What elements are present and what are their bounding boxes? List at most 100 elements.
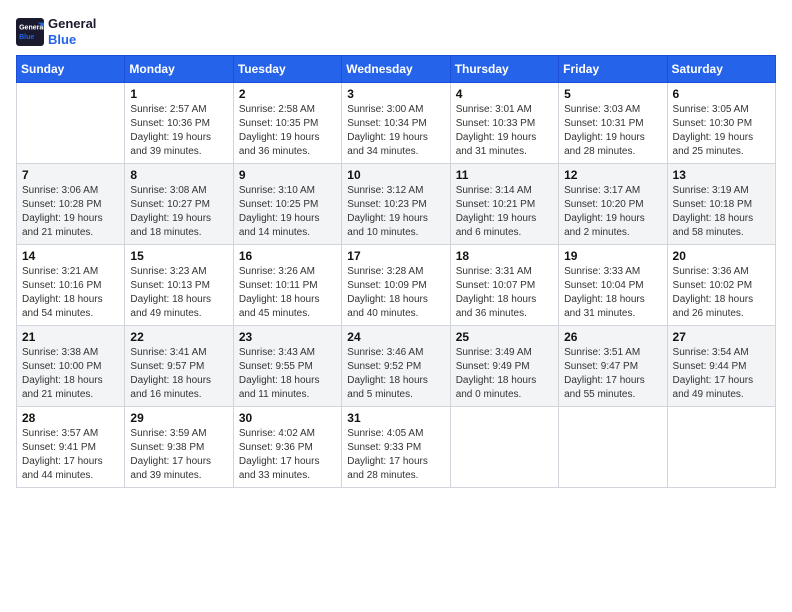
- day-detail: Sunrise: 3:03 AM Sunset: 10:31 PM Daylig…: [564, 103, 661, 159]
- day-number: 7: [22, 168, 119, 182]
- header-day-friday: Friday: [559, 56, 667, 83]
- day-detail: Sunrise: 3:14 AM Sunset: 10:21 PM Daylig…: [456, 184, 553, 240]
- day-detail: Sunrise: 3:19 AM Sunset: 10:18 PM Daylig…: [673, 184, 770, 240]
- calendar-cell: 27 Sunrise: 3:54 AM Sunset: 9:44 PM Dayli…: [667, 326, 775, 407]
- day-detail: Sunrise: 3:21 AM Sunset: 10:16 PM Daylig…: [22, 265, 119, 321]
- calendar-cell: [17, 83, 125, 164]
- calendar-week-0: 1 Sunrise: 2:57 AM Sunset: 10:36 PM Dayli…: [17, 83, 776, 164]
- day-number: 17: [347, 249, 444, 263]
- day-number: 4: [456, 87, 553, 101]
- logo-general-text: General: [48, 16, 96, 32]
- day-detail: Sunrise: 2:57 AM Sunset: 10:36 PM Daylig…: [130, 103, 227, 159]
- calendar-cell: 23 Sunrise: 3:43 AM Sunset: 9:55 PM Dayli…: [233, 326, 341, 407]
- calendar-week-4: 28 Sunrise: 3:57 AM Sunset: 9:41 PM Dayli…: [17, 407, 776, 488]
- day-number: 29: [130, 411, 227, 425]
- day-number: 27: [673, 330, 770, 344]
- svg-text:Blue: Blue: [19, 34, 34, 41]
- day-detail: Sunrise: 3:31 AM Sunset: 10:07 PM Daylig…: [456, 265, 553, 321]
- day-detail: Sunrise: 3:38 AM Sunset: 10:00 PM Daylig…: [22, 346, 119, 402]
- day-detail: Sunrise: 3:01 AM Sunset: 10:33 PM Daylig…: [456, 103, 553, 159]
- day-detail: Sunrise: 3:23 AM Sunset: 10:13 PM Daylig…: [130, 265, 227, 321]
- calendar-cell: 26 Sunrise: 3:51 AM Sunset: 9:47 PM Dayli…: [559, 326, 667, 407]
- calendar-cell: 29Sunrise: 3:59 AM Sunset: 9:38 PM Dayli…: [125, 407, 233, 488]
- day-detail: Sunrise: 4:05 AM Sunset: 9:33 PM Dayligh…: [347, 427, 444, 483]
- day-number: 1: [130, 87, 227, 101]
- logo-blue-text: Blue: [48, 32, 96, 48]
- day-detail: Sunrise: 3:54 AM Sunset: 9:44 PM Dayligh…: [673, 346, 770, 402]
- day-number: 16: [239, 249, 336, 263]
- calendar-cell: 5 Sunrise: 3:03 AM Sunset: 10:31 PM Dayli…: [559, 83, 667, 164]
- calendar-cell: [667, 407, 775, 488]
- day-number: 18: [456, 249, 553, 263]
- day-detail: Sunrise: 3:00 AM Sunset: 10:34 PM Daylig…: [347, 103, 444, 159]
- calendar-cell: 8 Sunrise: 3:08 AM Sunset: 10:27 PM Dayli…: [125, 164, 233, 245]
- page-header: General Blue General Blue: [16, 16, 776, 47]
- day-detail: Sunrise: 3:28 AM Sunset: 10:09 PM Daylig…: [347, 265, 444, 321]
- header-row: SundayMondayTuesdayWednesdayThursdayFrid…: [17, 56, 776, 83]
- calendar-header: SundayMondayTuesdayWednesdayThursdayFrid…: [17, 56, 776, 83]
- day-number: 21: [22, 330, 119, 344]
- calendar-week-3: 21 Sunrise: 3:38 AM Sunset: 10:00 PM Dayl…: [17, 326, 776, 407]
- calendar-cell: 22Sunrise: 3:41 AM Sunset: 9:57 PM Dayli…: [125, 326, 233, 407]
- day-number: 9: [239, 168, 336, 182]
- calendar-cell: 9 Sunrise: 3:10 AM Sunset: 10:25 PM Dayli…: [233, 164, 341, 245]
- day-number: 6: [673, 87, 770, 101]
- day-detail: Sunrise: 4:02 AM Sunset: 9:36 PM Dayligh…: [239, 427, 336, 483]
- calendar-cell: 20Sunrise: 3:36 AM Sunset: 10:02 PM Dayl…: [667, 245, 775, 326]
- logo: General Blue General Blue: [16, 16, 96, 47]
- day-number: 26: [564, 330, 661, 344]
- calendar-table: SundayMondayTuesdayWednesdayThursdayFrid…: [16, 55, 776, 488]
- calendar-cell: 1 Sunrise: 2:57 AM Sunset: 10:36 PM Dayli…: [125, 83, 233, 164]
- calendar-cell: 15 Sunrise: 3:23 AM Sunset: 10:13 PM Dayl…: [125, 245, 233, 326]
- logo-icon: General Blue: [16, 18, 44, 46]
- calendar-cell: 24Sunrise: 3:46 AM Sunset: 9:52 PM Dayli…: [342, 326, 450, 407]
- calendar-cell: 6 Sunrise: 3:05 AM Sunset: 10:30 PM Dayli…: [667, 83, 775, 164]
- calendar-cell: 14 Sunrise: 3:21 AM Sunset: 10:16 PM Dayl…: [17, 245, 125, 326]
- calendar-cell: [450, 407, 558, 488]
- day-number: 31: [347, 411, 444, 425]
- day-number: 24: [347, 330, 444, 344]
- day-number: 19: [564, 249, 661, 263]
- calendar-cell: 3 Sunrise: 3:00 AM Sunset: 10:34 PM Dayli…: [342, 83, 450, 164]
- day-number: 14: [22, 249, 119, 263]
- calendar-cell: [559, 407, 667, 488]
- day-detail: Sunrise: 3:43 AM Sunset: 9:55 PM Dayligh…: [239, 346, 336, 402]
- day-number: 5: [564, 87, 661, 101]
- day-number: 15: [130, 249, 227, 263]
- calendar-cell: 31 Sunrise: 4:05 AM Sunset: 9:33 PM Dayli…: [342, 407, 450, 488]
- day-number: 8: [130, 168, 227, 182]
- calendar-cell: 16 Sunrise: 3:26 AM Sunset: 10:11 PM Dayl…: [233, 245, 341, 326]
- calendar-week-2: 14 Sunrise: 3:21 AM Sunset: 10:16 PM Dayl…: [17, 245, 776, 326]
- day-detail: Sunrise: 3:49 AM Sunset: 9:49 PM Dayligh…: [456, 346, 553, 402]
- calendar-cell: 11Sunrise: 3:14 AM Sunset: 10:21 PM Dayl…: [450, 164, 558, 245]
- calendar-cell: 30 Sunrise: 4:02 AM Sunset: 9:36 PM Dayli…: [233, 407, 341, 488]
- day-number: 25: [456, 330, 553, 344]
- calendar-cell: 13 Sunrise: 3:19 AM Sunset: 10:18 PM Dayl…: [667, 164, 775, 245]
- day-number: 30: [239, 411, 336, 425]
- day-number: 28: [22, 411, 119, 425]
- day-detail: Sunrise: 3:06 AM Sunset: 10:28 PM Daylig…: [22, 184, 119, 240]
- day-detail: Sunrise: 3:17 AM Sunset: 10:20 PM Daylig…: [564, 184, 661, 240]
- day-number: 10: [347, 168, 444, 182]
- header-day-sunday: Sunday: [17, 56, 125, 83]
- calendar-cell: 7 Sunrise: 3:06 AM Sunset: 10:28 PM Dayli…: [17, 164, 125, 245]
- day-detail: Sunrise: 3:08 AM Sunset: 10:27 PM Daylig…: [130, 184, 227, 240]
- calendar-cell: 28 Sunrise: 3:57 AM Sunset: 9:41 PM Dayli…: [17, 407, 125, 488]
- day-detail: Sunrise: 3:26 AM Sunset: 10:11 PM Daylig…: [239, 265, 336, 321]
- calendar-cell: 4 Sunrise: 3:01 AM Sunset: 10:33 PM Dayli…: [450, 83, 558, 164]
- day-number: 13: [673, 168, 770, 182]
- header-day-monday: Monday: [125, 56, 233, 83]
- day-detail: Sunrise: 2:58 AM Sunset: 10:35 PM Daylig…: [239, 103, 336, 159]
- day-number: 23: [239, 330, 336, 344]
- svg-text:General: General: [19, 24, 44, 31]
- day-detail: Sunrise: 3:10 AM Sunset: 10:25 PM Daylig…: [239, 184, 336, 240]
- day-number: 12: [564, 168, 661, 182]
- day-detail: Sunrise: 3:51 AM Sunset: 9:47 PM Dayligh…: [564, 346, 661, 402]
- day-detail: Sunrise: 3:41 AM Sunset: 9:57 PM Dayligh…: [130, 346, 227, 402]
- day-detail: Sunrise: 3:05 AM Sunset: 10:30 PM Daylig…: [673, 103, 770, 159]
- calendar-cell: 2Sunrise: 2:58 AM Sunset: 10:35 PM Dayli…: [233, 83, 341, 164]
- day-number: 3: [347, 87, 444, 101]
- day-detail: Sunrise: 3:57 AM Sunset: 9:41 PM Dayligh…: [22, 427, 119, 483]
- calendar-week-1: 7 Sunrise: 3:06 AM Sunset: 10:28 PM Dayli…: [17, 164, 776, 245]
- day-number: 20: [673, 249, 770, 263]
